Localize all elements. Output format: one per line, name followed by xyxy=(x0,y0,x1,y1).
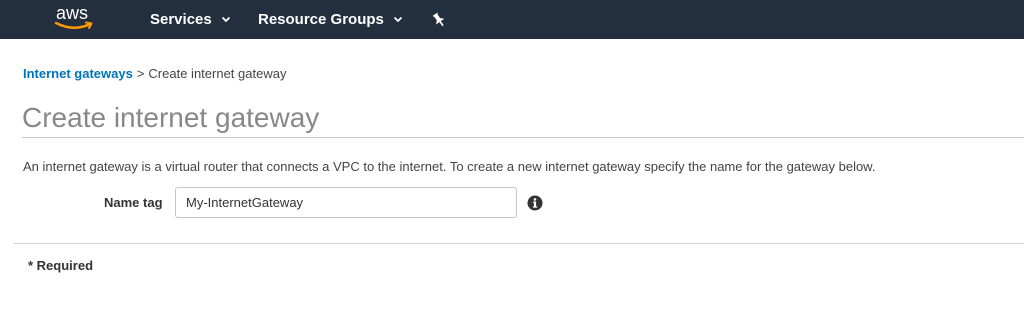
services-label: Services xyxy=(150,11,212,28)
required-note: * Required xyxy=(28,258,94,273)
resource-groups-menu[interactable]: Resource Groups xyxy=(258,0,403,39)
breadcrumb-separator: > xyxy=(136,66,145,81)
chevron-down-icon xyxy=(221,16,231,23)
name-tag-label: Name tag xyxy=(104,195,163,210)
top-navbar: aws Services Resource Groups xyxy=(0,0,1024,39)
resource-groups-label: Resource Groups xyxy=(258,11,384,28)
page-description: An internet gateway is a virtual router … xyxy=(23,159,876,174)
chevron-down-icon xyxy=(393,16,403,23)
footer-divider xyxy=(14,243,1024,244)
aws-logo[interactable]: aws xyxy=(52,3,100,34)
services-menu[interactable]: Services xyxy=(150,0,231,39)
title-divider xyxy=(22,137,1024,138)
breadcrumb-current: Create internet gateway xyxy=(148,66,287,81)
aws-smile-icon xyxy=(54,21,93,29)
breadcrumb-internet-gateways-link[interactable]: Internet gateways xyxy=(23,66,133,81)
page-title: Create internet gateway xyxy=(22,102,320,133)
info-icon[interactable] xyxy=(527,195,543,211)
pin-icon[interactable] xyxy=(432,0,446,39)
breadcrumb: Internet gateways > Create internet gatewa… xyxy=(23,66,286,81)
name-tag-input[interactable] xyxy=(175,187,517,218)
